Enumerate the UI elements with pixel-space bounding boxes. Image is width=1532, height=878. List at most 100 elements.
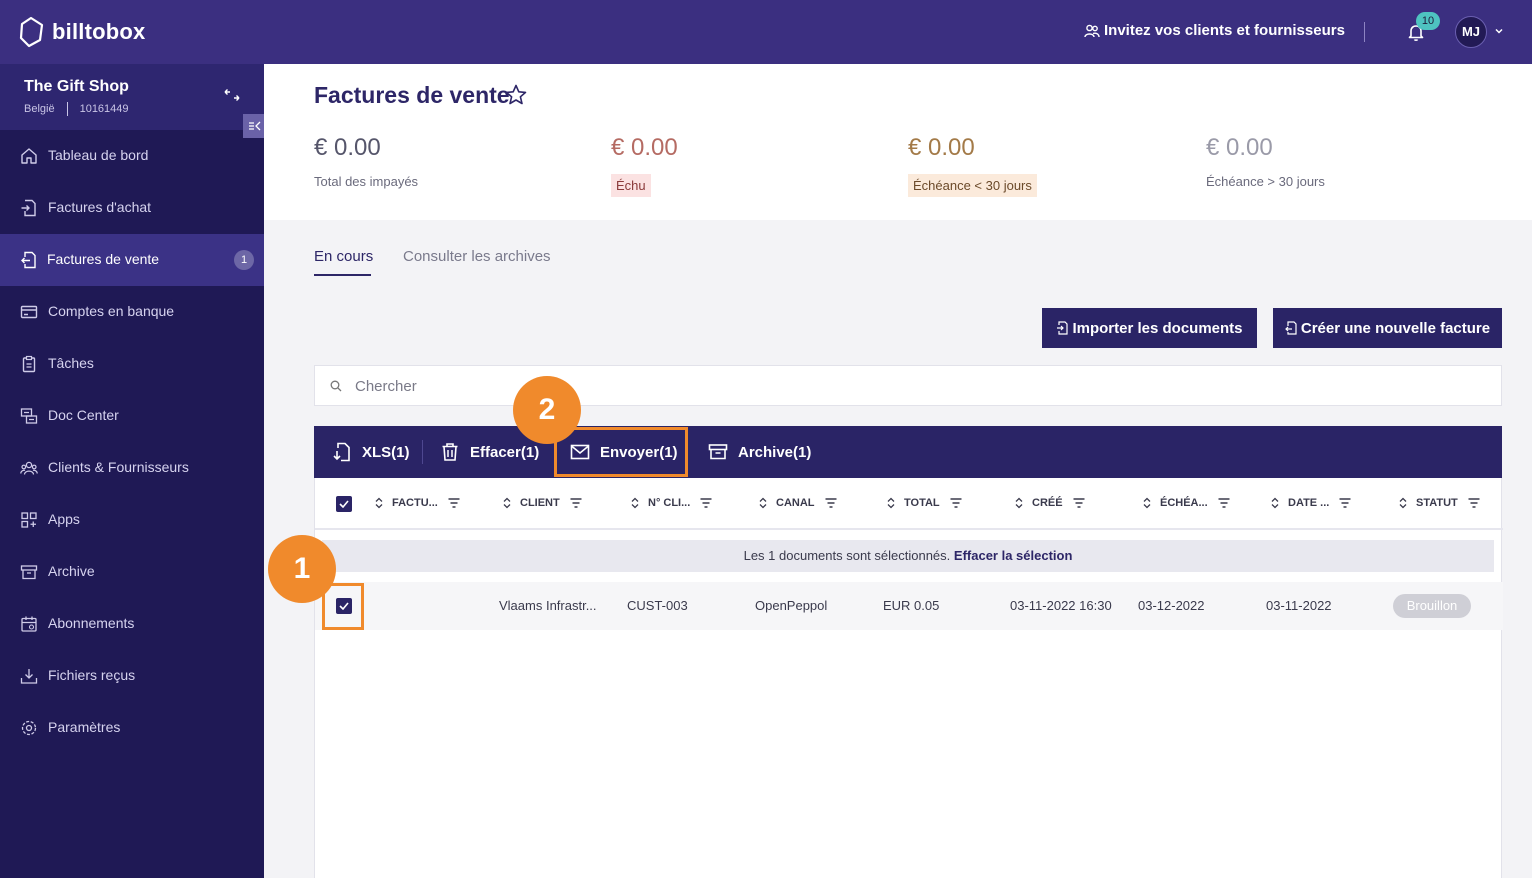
user-avatar[interactable]: MJ — [1455, 16, 1487, 48]
top-divider — [1364, 22, 1365, 42]
stat-amount: € 0.00 — [314, 134, 381, 161]
company-meta: België 10161449 — [24, 102, 129, 116]
sort-icon — [375, 497, 383, 509]
import-file-icon — [1057, 321, 1069, 335]
archive-label: Archive(1) — [738, 443, 812, 461]
trash-icon — [442, 443, 458, 461]
sidebar-item-sales-invoices[interactable]: Factures de vente 1 — [0, 234, 264, 286]
sidebar-item-label: Apps — [48, 511, 80, 527]
tab-current[interactable]: En cours — [314, 248, 373, 265]
switch-arrows-icon[interactable] — [224, 88, 240, 102]
invoices-table: FACTU... CLIENT N° CLI... CANAL TOTAL CR… — [314, 478, 1503, 878]
highlight-send-button — [554, 427, 688, 477]
column-header-due[interactable]: ÉCHÉA... — [1143, 497, 1230, 509]
checkmark-icon — [339, 500, 349, 508]
sidebar-item-label: Doc Center — [48, 407, 119, 423]
search-icon — [330, 380, 342, 392]
star-icon[interactable] — [504, 83, 528, 107]
column-header-date[interactable]: DATE ... — [1271, 497, 1351, 509]
sidebar-item-tasks[interactable]: Tâches — [0, 338, 264, 390]
column-header-client-number[interactable]: N° CLI... — [631, 497, 712, 509]
column-header-channel[interactable]: CANAL — [759, 497, 837, 509]
home-icon — [21, 148, 37, 164]
sort-icon — [1143, 497, 1151, 509]
stat-total-unpaid: € 0.00 Total des impayés — [314, 134, 418, 189]
column-header-client[interactable]: CLIENT — [503, 497, 582, 509]
sidebar-item-label: Paramètres — [48, 719, 121, 735]
archive-button[interactable]: Archive(1) — [708, 426, 811, 478]
chevron-down-icon[interactable] — [1494, 26, 1504, 36]
action-divider — [422, 440, 423, 464]
stat-amount: € 0.00 — [611, 134, 678, 161]
brand-name: billtobox — [52, 19, 146, 44]
main-content: En cours Consulter les archives Importer… — [264, 220, 1532, 878]
company-name: The Gift Shop — [24, 78, 129, 95]
filter-icon[interactable] — [950, 498, 962, 508]
column-label: DATE ... — [1288, 497, 1330, 509]
clear-selection-link[interactable]: Effacer la sélection — [954, 548, 1073, 563]
search-box — [314, 365, 1502, 406]
invite-link[interactable]: Invitez vos clients et fournisseurs — [1084, 22, 1345, 39]
filter-icon[interactable] — [700, 498, 712, 508]
archive-box-icon — [708, 444, 728, 460]
stat-due-over-30: € 0.00 Échéance > 30 jours — [1206, 134, 1325, 189]
filter-icon[interactable] — [1218, 498, 1230, 508]
invite-users-icon — [1084, 24, 1100, 37]
sidebar-item-settings[interactable]: Paramètres — [0, 702, 264, 754]
sidebar-item-clients-suppliers[interactable]: Clients & Fournisseurs — [0, 442, 264, 494]
stat-overdue: € 0.00 Échu — [611, 134, 678, 197]
export-xls-button[interactable]: XLS(1) — [332, 426, 410, 478]
create-file-icon — [1285, 321, 1297, 335]
stat-amount: € 0.00 — [1206, 134, 1273, 161]
sidebar-item-label: Archive — [48, 563, 95, 579]
column-header-status[interactable]: STATUT — [1399, 497, 1480, 509]
create-invoice-button[interactable]: Créer une nouvelle facture — [1273, 308, 1502, 348]
filter-icon[interactable] — [1339, 498, 1351, 508]
bulk-action-bar: XLS(1) Effacer(1) Envoyer(1) Archive(1) — [314, 426, 1502, 478]
sidebar-item-label: Factures d'achat — [48, 199, 152, 215]
column-label: TOTAL — [904, 497, 940, 509]
gear-icon — [21, 720, 37, 736]
sidebar-item-label: Factures de vente — [47, 251, 160, 267]
import-documents-button[interactable]: Importer les documents — [1042, 308, 1257, 348]
filter-icon[interactable] — [825, 498, 837, 508]
selection-text: Les 1 documents sont sélectionnés. — [743, 548, 951, 563]
table-header: FACTU... CLIENT N° CLI... CANAL TOTAL CR… — [315, 478, 1503, 530]
filter-icon[interactable] — [570, 498, 582, 508]
tab-archives[interactable]: Consulter les archives — [403, 248, 551, 265]
stat-label: Total des impayés — [314, 174, 419, 189]
filter-icon[interactable] — [1468, 498, 1480, 508]
cell-client: Vlaams Infrastr... — [499, 598, 597, 613]
sidebar-item-bank-accounts[interactable]: Comptes en banque — [0, 286, 264, 338]
sidebar-item-dashboard[interactable]: Tableau de bord — [0, 130, 264, 182]
notification-badge: 10 — [1416, 12, 1440, 30]
column-label: ÉCHÉA... — [1160, 497, 1208, 509]
doc-center-icon — [20, 408, 38, 424]
column-header-created[interactable]: CRÉÉ — [1015, 497, 1085, 509]
column-label: CANAL — [776, 497, 815, 509]
sidebar-item-purchase-invoices[interactable]: Factures d'achat — [0, 182, 264, 234]
stat-label: Échéance > 30 jours — [1206, 174, 1325, 189]
stat-label: Échéance < 30 jours — [908, 174, 1037, 197]
sidebar-item-received-files[interactable]: Fichiers reçus — [0, 650, 264, 702]
column-header-total[interactable]: TOTAL — [887, 497, 962, 509]
sidebar-item-archive[interactable]: Archive — [0, 546, 264, 598]
company-switcher[interactable]: The Gift Shop België 10161449 — [0, 64, 264, 130]
sidebar-item-apps[interactable]: Apps — [0, 494, 264, 546]
sidebar-item-subscriptions[interactable]: Abonnements — [0, 598, 264, 650]
filter-icon[interactable] — [448, 498, 460, 508]
logo[interactable]: billtobox — [18, 16, 145, 48]
clipboard-icon — [22, 355, 36, 373]
sidebar-item-label: Tableau de bord — [48, 147, 149, 163]
delete-label: Effacer(1) — [470, 443, 540, 461]
column-label: FACTU... — [392, 497, 438, 509]
calendar-icon — [21, 616, 37, 632]
filter-icon[interactable] — [1073, 498, 1085, 508]
cell-client-number: CUST-003 — [627, 598, 688, 613]
sort-icon — [503, 497, 511, 509]
column-label: N° CLI... — [648, 497, 691, 509]
column-header-invoice[interactable]: FACTU... — [375, 497, 460, 509]
select-all-checkbox[interactable] — [336, 496, 352, 512]
table-row[interactable]: Vlaams Infrastr... CUST-003 OpenPeppol E… — [315, 582, 1503, 630]
sidebar-item-doc-center[interactable]: Doc Center — [0, 390, 264, 442]
